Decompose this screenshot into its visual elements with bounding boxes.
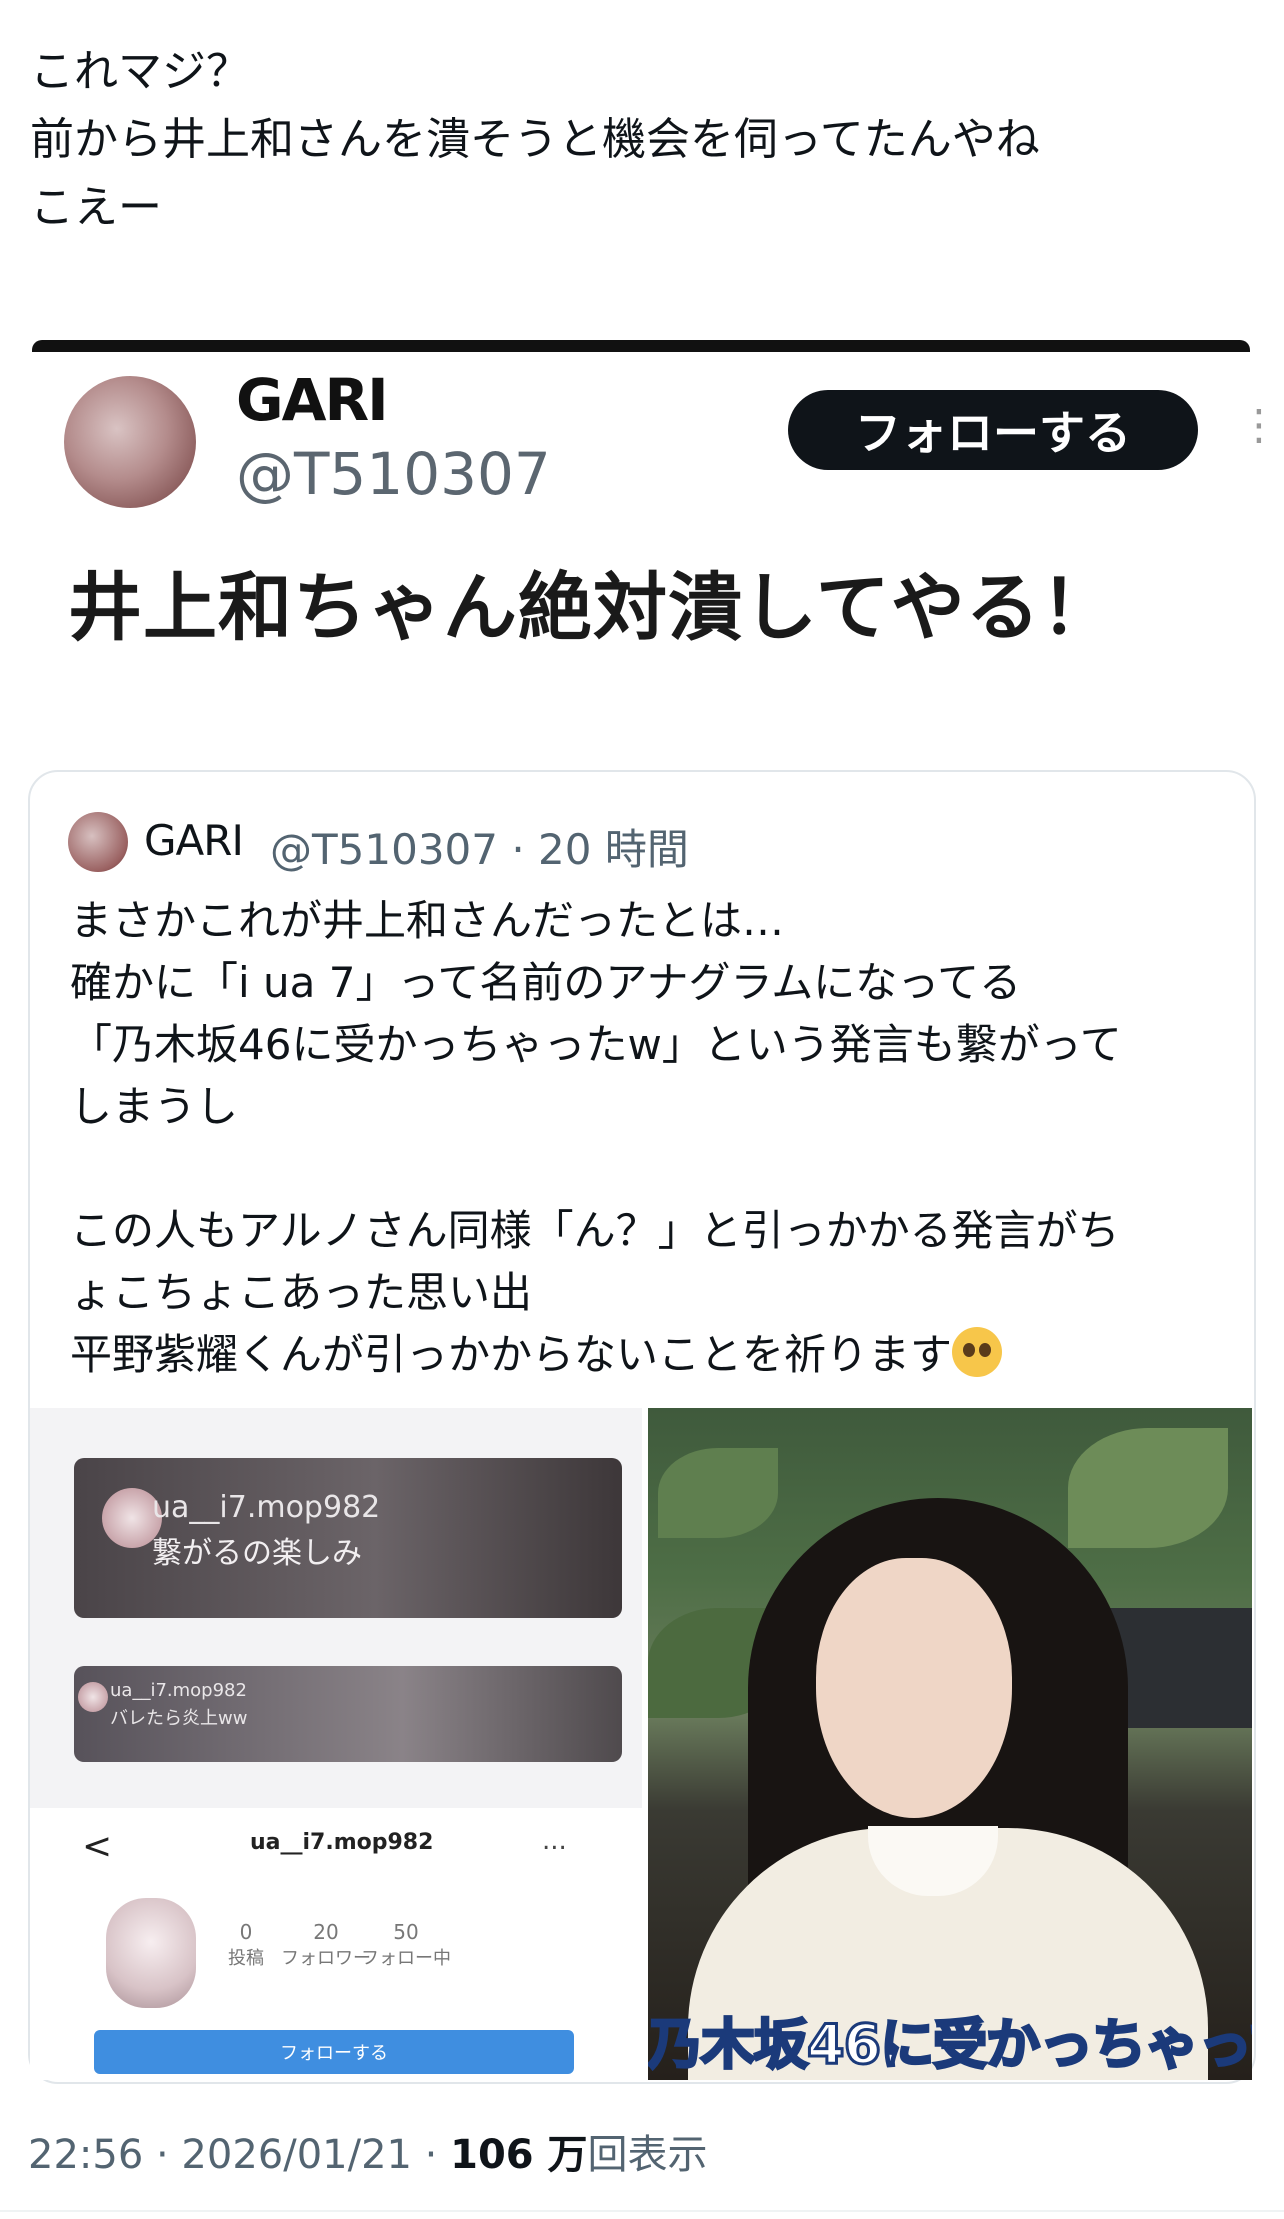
plant-leaf — [1068, 1428, 1228, 1548]
quote-line: この人もアルノさん同様「ん？」と引っかかる発言がち — [70, 1206, 1120, 1255]
media-image-right[interactable]: 乃木坂46に受かっちゃって — [648, 1408, 1252, 2080]
quote-line — [70, 1138, 1230, 1200]
screenshot-display-name: GARI — [236, 366, 389, 434]
quote-line: 「乃木坂46に受かっちゃったw」という発言も繋がって — [70, 1020, 1122, 1069]
quote-display-name[interactable]: GARI — [144, 816, 244, 865]
post-meta: 22:56 · 2026/01/21 · 106 万回表示 — [28, 2122, 708, 2180]
screenshot-handle: @T510307 — [236, 440, 551, 508]
story-username: ua__i7.mop982 — [152, 1490, 381, 1525]
screenshot-more-icon: ⋮ — [1238, 400, 1280, 449]
quote-line: まさかこれが井上和さんだったとは… — [70, 896, 785, 945]
story-caption: バレたら炎上ww — [110, 1708, 248, 1729]
stat-label: フォロー中 — [361, 1948, 451, 1969]
quote-avatar[interactable] — [68, 812, 128, 872]
post-text-line: 前から井上和さんを潰そうと機会を伺ってたんやね — [30, 114, 1040, 165]
post-text-line: こえー — [30, 182, 162, 233]
back-icon: < — [82, 1826, 113, 1867]
stat-label: 投稿 — [228, 1948, 264, 1969]
quote-line-last: 平野紫耀くんが引っかからないことを祈ります — [70, 1324, 1230, 1386]
views-count: 106 万 — [450, 2132, 588, 2178]
profile-username: ua__i7.mop982 — [250, 1830, 434, 1855]
quote-handle-time[interactable]: @T510307 · 20 時間 — [270, 816, 689, 877]
story-caption: 繋がるの楽しみ — [152, 1536, 362, 1571]
quote-line: ょこちょこあった思い出 — [70, 1268, 533, 1317]
quote-body: まさかこれが井上和さんだったとは… 確かに「i ua 7」って名前のアナグラムに… — [70, 890, 1230, 1386]
post-text-line: これマジ？ — [30, 46, 250, 97]
media-image-left[interactable]: ua__i7.mop982 繋がるの楽しみ ua__i7.mop982 バレたら… — [30, 1408, 642, 2080]
post-timestamp[interactable]: 22:56 · 2026/01/21 · — [28, 2132, 450, 2178]
screenshot-follow-button: フォローする — [788, 390, 1198, 470]
plant-leaf — [658, 1448, 778, 1538]
quote-line: 確かに「i ua 7」って名前のアナグラムになってる — [70, 958, 1022, 1007]
profile-follow-button: フォローする — [94, 2030, 574, 2074]
divider — [0, 2210, 1284, 2212]
story-avatar — [78, 1682, 108, 1712]
quote-line: しまうし — [70, 1082, 239, 1131]
stat-number: 50 — [393, 1920, 419, 1944]
stat-following: 50 フォロー中 — [356, 1920, 456, 1970]
pleading-face-icon — [952, 1327, 1003, 1377]
quote-line: 平野紫耀くんが引っかからないことを祈ります — [70, 1330, 953, 1379]
person-face — [816, 1558, 1012, 1818]
tv-caption: 乃木坂46に受かっちゃって — [648, 2012, 1252, 2078]
views-label: 回表示 — [587, 2132, 708, 2178]
screenshot-tweet-text: 井上和ちゃん絶対潰してやる！ — [68, 565, 1116, 651]
more-icon: ... — [542, 1826, 567, 1856]
story-username: ua__i7.mop982 — [110, 1680, 247, 1701]
post-text: これマジ？ 前から井上和さんを潰そうと機会を伺ってたんやね こえー — [30, 38, 1250, 242]
profile-avatar — [106, 1898, 196, 2008]
screenshot-avatar — [64, 376, 196, 508]
